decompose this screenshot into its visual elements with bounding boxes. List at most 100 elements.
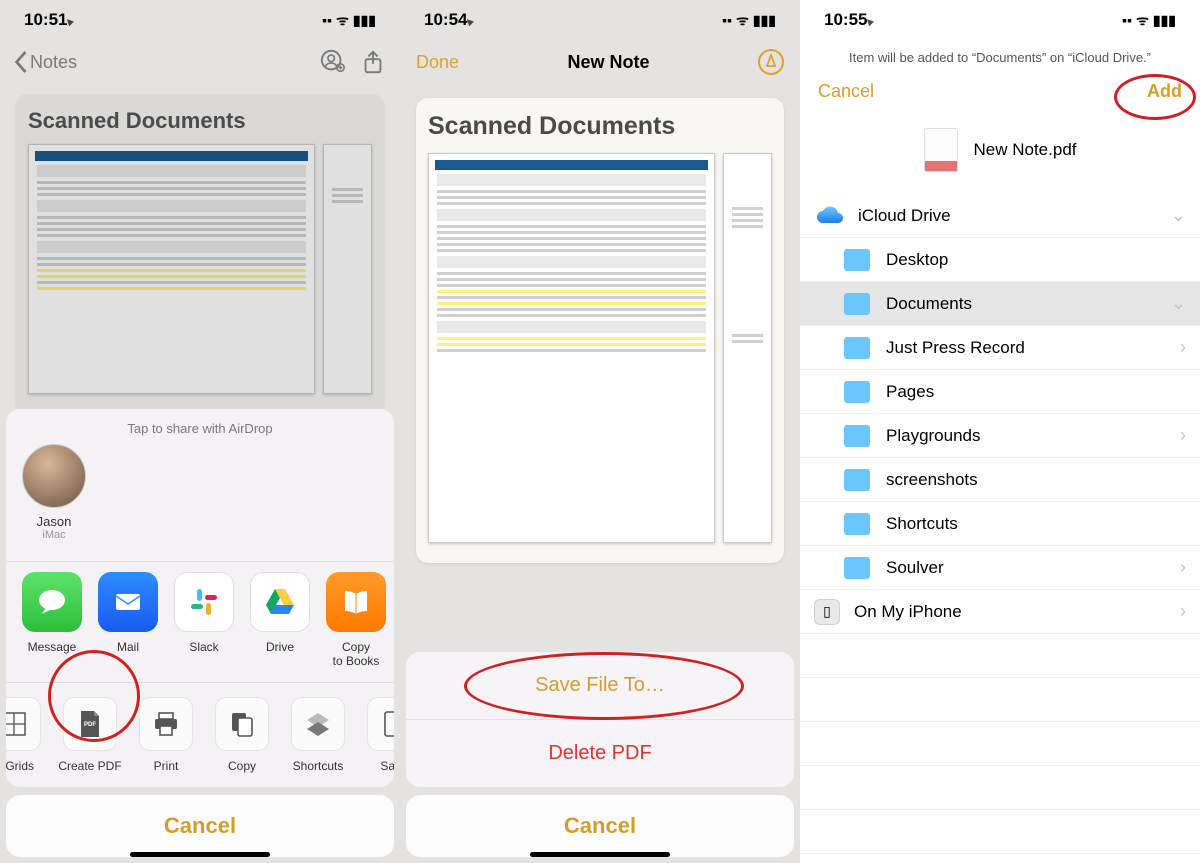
- save-file-to-button[interactable]: Save File To…: [406, 652, 794, 720]
- share-app-message[interactable]: Message: [14, 572, 90, 668]
- status-time: 10:54: [424, 10, 474, 30]
- folder-icon: [844, 337, 870, 359]
- location-on-my-iphone[interactable]: ▯ On My iPhone ›: [800, 590, 1200, 634]
- folder-icon: [844, 469, 870, 491]
- slack-icon: [174, 572, 234, 632]
- list-spacer: [800, 766, 1200, 810]
- pdf-file-icon: [924, 128, 958, 172]
- status-bar: 10:55 ▪▪ᯤ▮▮▮: [800, 0, 1200, 40]
- grids-icon: [6, 697, 41, 751]
- save-location-subtext: Item will be added to “Documents” on “iC…: [800, 40, 1200, 77]
- note-title: Scanned Documents: [428, 112, 772, 141]
- folder-icon: [844, 513, 870, 535]
- markup-icon[interactable]: [758, 49, 784, 75]
- app-row: Message Mail Slack Drive Copy to Books: [6, 561, 394, 682]
- delete-pdf-button[interactable]: Delete PDF: [406, 720, 794, 787]
- share-app-books[interactable]: Copy to Books: [318, 572, 394, 668]
- share-sheet: Tap to share with AirDrop Jason iMac Mes…: [0, 409, 400, 863]
- cancel-button[interactable]: Cancel: [6, 795, 394, 857]
- status-icons: ▪▪ᯤ▮▮▮: [318, 10, 376, 30]
- status-time: 10:55: [824, 10, 874, 30]
- add-button[interactable]: Add: [1147, 81, 1182, 102]
- chevron-down-icon: ⌄: [1171, 205, 1186, 226]
- home-indicator: [530, 852, 670, 857]
- folder-icon: [844, 425, 870, 447]
- action-print[interactable]: Print: [128, 697, 204, 773]
- save-icon: [367, 697, 394, 751]
- avatar: [22, 444, 86, 508]
- shortcuts-icon: [291, 697, 345, 751]
- share-app-slack[interactable]: Slack: [166, 572, 242, 668]
- action-copy[interactable]: Copy: [204, 697, 280, 773]
- back-button[interactable]: Notes: [14, 51, 77, 73]
- list-spacer: [800, 678, 1200, 722]
- list-spacer: [800, 634, 1200, 678]
- books-icon: [326, 572, 386, 632]
- location-icloud-drive[interactable]: iCloud Drive ⌄: [800, 194, 1200, 238]
- chevron-down-icon: ⌄: [1171, 293, 1186, 314]
- share-app-drive[interactable]: Drive: [242, 572, 318, 668]
- action-row: & Grids PDFCreate PDF Print Copy Shortcu…: [6, 682, 394, 787]
- chevron-right-icon: ›: [1180, 337, 1186, 358]
- folder-icon: [844, 293, 870, 315]
- folder-item[interactable]: Playgrounds›: [800, 414, 1200, 458]
- page-title: New Note: [568, 52, 650, 73]
- action-create-pdf[interactable]: PDFCreate PDF: [52, 697, 128, 773]
- document-page-main: [28, 144, 315, 394]
- home-indicator: [130, 852, 270, 857]
- note-card[interactable]: Scanned Documents: [16, 94, 384, 414]
- chevron-right-icon: ›: [1180, 425, 1186, 446]
- folder-item[interactable]: Pages: [800, 370, 1200, 414]
- done-button[interactable]: Done: [416, 52, 459, 73]
- document-page-main: [428, 153, 715, 543]
- svg-text:PDF: PDF: [84, 722, 96, 728]
- action-sheet: Save File To… Delete PDF Cancel: [400, 652, 800, 863]
- chevron-right-icon: ›: [1180, 601, 1186, 622]
- add-person-icon[interactable]: [320, 49, 346, 75]
- folder-item[interactable]: Soulver›: [800, 546, 1200, 590]
- airdrop-contact[interactable]: Jason iMac: [22, 444, 86, 547]
- nav-bar: Notes: [0, 40, 400, 84]
- cancel-button[interactable]: Cancel: [818, 81, 874, 102]
- note-title: Scanned Documents: [28, 108, 372, 134]
- nav-bar: Done New Note: [400, 40, 800, 84]
- mail-icon: [98, 572, 158, 632]
- status-bar: 10:51 ▪▪ᯤ▮▮▮: [0, 0, 400, 40]
- share-icon[interactable]: [360, 49, 386, 75]
- folder-icon: [844, 381, 870, 403]
- drive-icon: [250, 572, 310, 632]
- folder-item[interactable]: Shortcuts: [800, 502, 1200, 546]
- status-icons: ▪▪ᯤ▮▮▮: [718, 10, 776, 30]
- location-list: iCloud Drive ⌄ DesktopDocuments⌄Just Pre…: [800, 194, 1200, 854]
- action-grids[interactable]: & Grids: [6, 697, 52, 773]
- action-save[interactable]: Save: [356, 697, 394, 773]
- action-shortcuts[interactable]: Shortcuts: [280, 697, 356, 773]
- status-bar: 10:54 ▪▪ᯤ▮▮▮: [400, 0, 800, 40]
- status-icons: ▪▪ᯤ▮▮▮: [1118, 10, 1176, 30]
- nav-bar: Cancel Add: [800, 77, 1200, 114]
- folder-item[interactable]: screenshots: [800, 458, 1200, 502]
- cancel-button[interactable]: Cancel: [406, 795, 794, 857]
- copy-icon: [215, 697, 269, 751]
- document-page-side: [323, 144, 372, 394]
- chevron-right-icon: ›: [1180, 557, 1186, 578]
- pdf-icon: PDF: [63, 697, 117, 751]
- folder-item[interactable]: Just Press Record›: [800, 326, 1200, 370]
- document-page-side: [723, 153, 772, 543]
- airdrop-hint: Tap to share with AirDrop: [6, 415, 394, 444]
- iphone-icon: ▯: [814, 599, 840, 625]
- note-card[interactable]: Scanned Documents: [416, 98, 784, 563]
- file-preview: New Note.pdf: [800, 114, 1200, 194]
- message-icon: [22, 572, 82, 632]
- folder-item[interactable]: Documents⌄: [800, 282, 1200, 326]
- list-spacer: [800, 810, 1200, 854]
- list-spacer: [800, 722, 1200, 766]
- file-name: New Note.pdf: [974, 140, 1077, 160]
- folder-icon: [844, 249, 870, 271]
- print-icon: [139, 697, 193, 751]
- icloud-icon: [814, 205, 844, 227]
- folder-icon: [844, 557, 870, 579]
- share-app-mail[interactable]: Mail: [90, 572, 166, 668]
- folder-item[interactable]: Desktop: [800, 238, 1200, 282]
- status-time: 10:51: [24, 10, 74, 30]
